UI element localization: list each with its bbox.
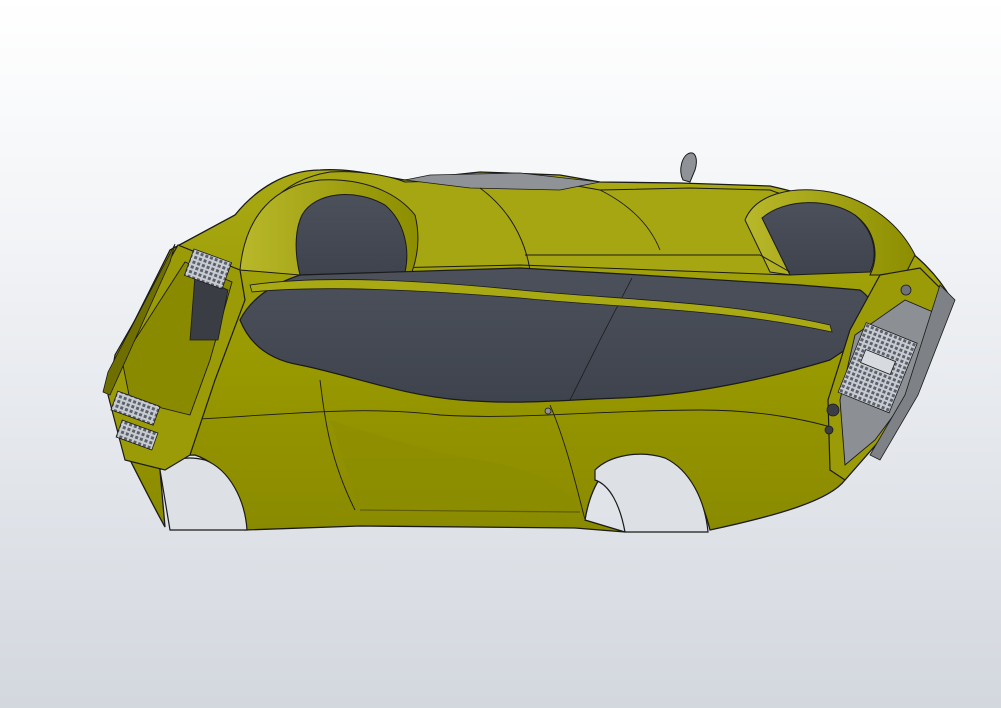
cad-3d-viewport[interactable] xyxy=(0,0,1001,708)
front-fog-light xyxy=(826,403,840,417)
front-fog-light-2 xyxy=(824,425,834,435)
side-mirror xyxy=(680,152,697,183)
door-handle xyxy=(544,407,552,415)
car-body-model[interactable] xyxy=(0,0,1001,708)
front-emblem xyxy=(900,284,912,296)
